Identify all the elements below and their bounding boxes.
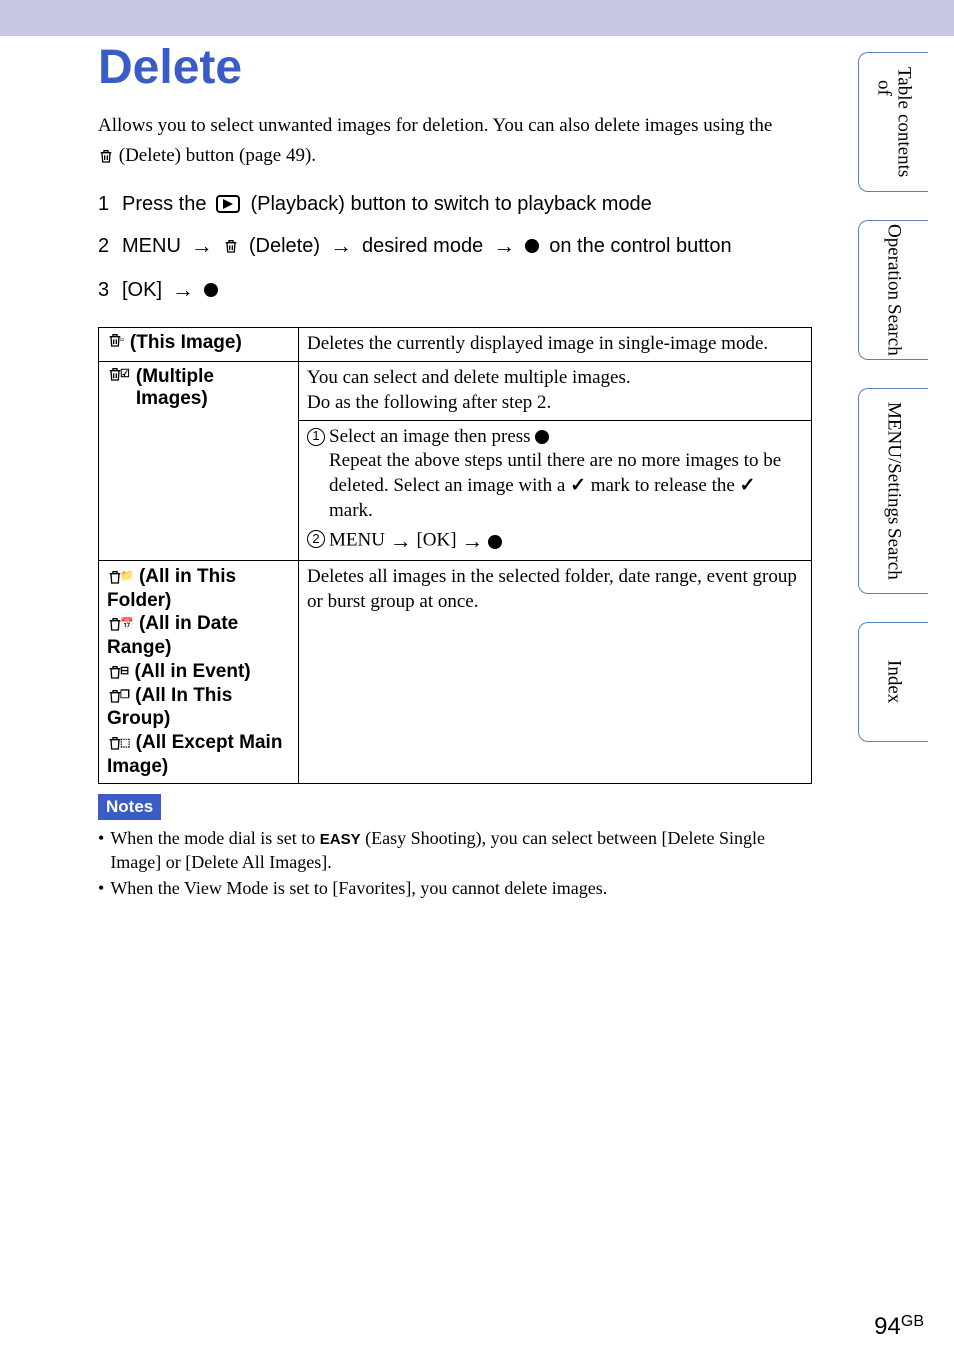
tab-contents[interactable]: Table of contents bbox=[858, 52, 928, 192]
bullet-icon: • bbox=[98, 876, 104, 900]
modes-table: ▫ (This Image) Deletes the currently dis… bbox=[98, 327, 812, 783]
intro-line2: (Delete) button (page 49). bbox=[98, 143, 814, 169]
step-2-mid2: desired mode bbox=[362, 228, 483, 264]
trash-event-icon: ⊟ bbox=[107, 664, 129, 680]
step-3: 3 [OK] → bbox=[98, 270, 814, 310]
step-1-post: (Playback) button to switch to playback … bbox=[250, 186, 651, 222]
tab-contents-b: contents bbox=[874, 114, 914, 177]
mode-multi-desc-l2: Do as the following after step 2. bbox=[307, 392, 551, 413]
intro-line1: Allows you to select unwanted images for… bbox=[98, 113, 814, 139]
mode-all-except: (All Except Main Image) bbox=[107, 732, 282, 777]
easy-label: EASY bbox=[320, 831, 361, 848]
notes-list: • When the mode dial is set to EASY (Eas… bbox=[98, 826, 814, 901]
center-dot-icon bbox=[204, 283, 218, 297]
circled-2-icon: 2 bbox=[307, 530, 325, 548]
sub1-l1: Select an image then press bbox=[329, 426, 535, 447]
trash-except-icon: ⬚ bbox=[107, 735, 130, 751]
bullet-icon: • bbox=[98, 826, 104, 875]
note-item: • When the mode dial is set to EASY (Eas… bbox=[98, 826, 814, 875]
circled-1-icon: 1 bbox=[307, 428, 325, 446]
step-2: 2 MENU → (Delete) → desired mode → on th… bbox=[98, 226, 814, 266]
table-row: ▫ (This Image) Deletes the currently dis… bbox=[99, 328, 812, 362]
check-icon: ✓ bbox=[570, 475, 586, 496]
mode-multi-text: (Multiple Images) bbox=[136, 366, 290, 410]
trash-date-icon: 📅 bbox=[107, 616, 134, 632]
trash-icon bbox=[223, 238, 239, 254]
top-header-band bbox=[0, 0, 954, 36]
tab-menu-b: Search bbox=[884, 528, 904, 580]
arrow-right-icon: → bbox=[330, 226, 352, 266]
arrow-right-icon: → bbox=[172, 270, 194, 310]
mode-multi-desc-l1: You can select and delete multiple image… bbox=[307, 367, 631, 388]
trash-multi-icon: ☑ bbox=[107, 366, 130, 382]
step-2-mid1: (Delete) bbox=[249, 228, 320, 264]
mode-this-image-text: (This Image) bbox=[130, 332, 242, 354]
playback-icon bbox=[216, 195, 240, 213]
mode-all-desc: Deletes all images in the selected folde… bbox=[299, 560, 812, 783]
mode-multi-desc: You can select and delete multiple image… bbox=[299, 362, 812, 420]
table-row: 📁 (All in This Folder) 📅 (All in Date Ra… bbox=[99, 560, 812, 783]
sub2-mid: [OK] bbox=[416, 530, 461, 551]
main-content: Delete Allows you to select unwanted ima… bbox=[98, 40, 814, 903]
mode-multi-label-empty bbox=[99, 420, 299, 560]
page-title: Delete bbox=[98, 40, 814, 95]
step-2-pre: MENU bbox=[122, 228, 181, 264]
note-item: • When the View Mode is set to [Favorite… bbox=[98, 876, 814, 900]
note2: When the View Mode is set to [Favorites]… bbox=[110, 876, 607, 900]
arrow-right-icon: → bbox=[390, 527, 412, 556]
mode-this-image-label: ▫ (This Image) bbox=[99, 328, 299, 362]
center-dot-icon bbox=[488, 535, 502, 549]
center-dot-icon bbox=[525, 239, 539, 253]
arrow-right-icon: → bbox=[493, 226, 515, 266]
table-row: 1 Select an image then press Repeat the … bbox=[99, 420, 812, 560]
page-number: 94GB bbox=[874, 1313, 924, 1341]
sub2-pre: MENU bbox=[329, 530, 390, 551]
step-1-pre: Press the bbox=[122, 186, 206, 222]
step-3-pre: [OK] bbox=[122, 272, 162, 308]
tab-menu-settings-search[interactable]: MENU/Settings Search bbox=[858, 388, 928, 594]
page-number-suffix: GB bbox=[901, 1313, 924, 1330]
sub1-l2c: mark. bbox=[329, 500, 373, 521]
step-1: 1 Press the (Playback) button to switch … bbox=[98, 186, 814, 222]
tab-operation-search[interactable]: Operation Search bbox=[858, 220, 928, 360]
note1-a: When the mode dial is set to bbox=[110, 828, 319, 848]
tab-menu-a: MENU/Settings bbox=[884, 402, 904, 524]
notes-heading: Notes bbox=[98, 794, 161, 820]
tab-contents-a: Table of bbox=[874, 67, 914, 110]
side-tabs: Table of contents Operation Search MENU/… bbox=[858, 52, 928, 770]
step-2-post: on the control button bbox=[549, 228, 731, 264]
tab-index-label: Index bbox=[884, 660, 904, 703]
check-icon: ✓ bbox=[740, 475, 756, 496]
center-dot-icon bbox=[535, 430, 549, 444]
mode-multi-substeps: 1 Select an image then press Repeat the … bbox=[299, 420, 812, 560]
arrow-right-icon: → bbox=[461, 527, 483, 556]
mode-this-image-desc: Deletes the currently displayed image in… bbox=[299, 328, 812, 362]
arrow-right-icon: → bbox=[191, 226, 213, 266]
step-1-num: 1 bbox=[98, 186, 112, 222]
intro-line2-text: (Delete) button (page 49). bbox=[114, 145, 316, 166]
mode-all-event: (All in Event) bbox=[129, 661, 250, 682]
mode-multi-label: ☑ (Multiple Images) bbox=[99, 362, 299, 420]
sub1-l2b: mark to release the bbox=[591, 475, 740, 496]
tab-op-b: Search bbox=[884, 304, 904, 356]
mode-all-labels: 📁 (All in This Folder) 📅 (All in Date Ra… bbox=[99, 560, 299, 783]
page-number-value: 94 bbox=[874, 1313, 901, 1340]
trash-icon bbox=[98, 148, 114, 164]
step-2-num: 2 bbox=[98, 228, 112, 264]
trash-this-icon: ▫ bbox=[107, 332, 124, 348]
step-3-num: 3 bbox=[98, 272, 112, 308]
tab-index[interactable]: Index bbox=[858, 622, 928, 742]
trash-group-icon: ❐ bbox=[107, 688, 130, 704]
trash-folder-icon: 📁 bbox=[107, 569, 134, 585]
tab-op-a: Operation bbox=[884, 224, 904, 300]
table-row: ☑ (Multiple Images) You can select and d… bbox=[99, 362, 812, 420]
steps-list: 1 Press the (Playback) button to switch … bbox=[98, 186, 814, 309]
